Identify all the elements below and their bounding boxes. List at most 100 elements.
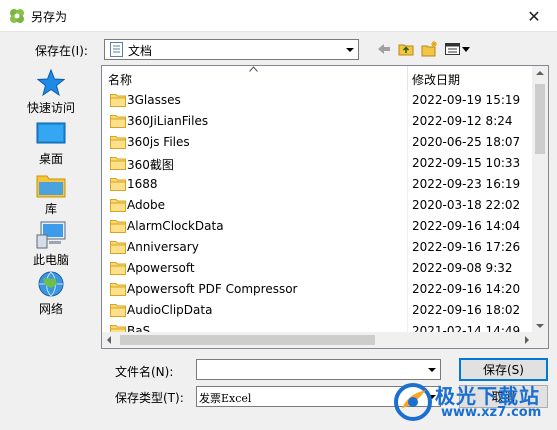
- place-library[interactable]: 库: [20, 172, 82, 217]
- chevron-down-icon: [427, 367, 436, 372]
- view-menu-button[interactable]: [445, 40, 473, 58]
- file-date: 2022-09-16 14:20: [412, 282, 521, 296]
- file-row[interactable]: 360js Files 2020-06-25 18:07: [102, 132, 534, 153]
- scroll-up-icon[interactable]: [536, 71, 544, 75]
- file-row[interactable]: 360截图 2022-09-15 10:33: [102, 153, 534, 174]
- lookin-dropdown-arrow[interactable]: [341, 40, 358, 59]
- scroll-down-icon[interactable]: [536, 324, 544, 328]
- filename-dropdown-arrow[interactable]: [423, 360, 440, 379]
- window-title: 另存为: [31, 10, 68, 24]
- scroll-thumb[interactable]: [120, 335, 375, 345]
- file-name: Adobe: [127, 198, 165, 212]
- back-arrow-icon: [378, 44, 390, 54]
- cancel-button[interactable]: 取消: [459, 385, 548, 408]
- file-date: 2022-09-19 15:19: [412, 93, 521, 107]
- lookin-dropdown[interactable]: 文档: [104, 39, 359, 60]
- vertical-scrollbar[interactable]: [532, 66, 548, 333]
- file-name: 360JiLianFiles: [127, 114, 209, 128]
- star-icon: [37, 69, 65, 97]
- file-name: Anniversary: [127, 240, 199, 254]
- column-name-header[interactable]: 名称: [108, 71, 132, 88]
- folder-icon: [110, 178, 126, 191]
- filetype-dropdown[interactable]: 发票Excel: [196, 386, 441, 407]
- folder-icon: [110, 94, 126, 107]
- file-date: 2022-09-12 8:24: [412, 114, 513, 128]
- file-row[interactable]: 1688 2022-09-23 16:19: [102, 174, 534, 195]
- file-name: 360截图: [127, 158, 174, 172]
- file-name: AudioClipData: [127, 303, 213, 317]
- file-name: 1688: [127, 177, 158, 191]
- file-row[interactable]: AudioClipData 2022-09-16 18:02: [102, 300, 534, 321]
- chevron-down-icon: [345, 47, 354, 52]
- documents-icon: [110, 42, 123, 57]
- folder-icon: [110, 241, 126, 254]
- column-date-header[interactable]: 修改日期: [412, 71, 460, 88]
- file-row[interactable]: Apowersoft 2022-09-08 9:32: [102, 258, 534, 279]
- app-leaf-icon: [10, 9, 24, 23]
- column-header: 名称 修改日期: [102, 66, 534, 90]
- library-icon: [36, 175, 66, 198]
- close-button[interactable]: ✕: [511, 0, 557, 32]
- view-menu-icon: [445, 43, 470, 55]
- network-icon: [38, 271, 64, 297]
- place-label: 网络: [38, 302, 63, 316]
- lookin-label: 保存在(I):: [35, 44, 88, 58]
- scroll-right-icon[interactable]: [525, 336, 529, 344]
- file-name: AlarmClockData: [127, 219, 224, 233]
- folder-icon: [110, 220, 126, 233]
- file-row[interactable]: 3Glasses 2022-09-19 15:19: [102, 90, 534, 111]
- folder-icon: [110, 304, 126, 317]
- horizontal-scrollbar[interactable]: [102, 332, 534, 348]
- file-date: 2022-09-16 18:02: [412, 303, 521, 317]
- file-date: 2020-03-18 22:02: [412, 198, 521, 212]
- place-this-pc[interactable]: 此电脑: [20, 221, 82, 268]
- folder-icon: [110, 115, 126, 128]
- scrollbar-corner: [532, 332, 548, 348]
- new-folder-icon: [421, 41, 437, 57]
- scroll-left-icon[interactable]: [107, 336, 111, 344]
- folder-icon: [110, 157, 126, 170]
- file-date: 2022-09-16 14:04: [412, 219, 521, 233]
- file-date: 2020-06-25 18:07: [412, 135, 521, 149]
- file-name: 360js Files: [127, 135, 190, 149]
- file-name: 3Glasses: [127, 93, 181, 107]
- file-row[interactable]: Adobe 2020-03-18 22:02: [102, 195, 534, 216]
- sort-ascending-icon: [249, 66, 258, 72]
- desktop-icon: [36, 122, 66, 144]
- folder-icon: [110, 136, 126, 149]
- file-row[interactable]: Anniversary 2022-09-16 17:26: [102, 237, 534, 258]
- file-row[interactable]: 360JiLianFiles 2022-09-12 8:24: [102, 111, 534, 132]
- cancel-button-label: 取消: [491, 390, 516, 404]
- file-date: 2022-09-23 16:19: [412, 177, 521, 191]
- place-label: 此电脑: [32, 253, 69, 267]
- close-icon: ✕: [527, 6, 541, 26]
- filetype-value: 发票Excel: [199, 392, 252, 405]
- up-folder-button[interactable]: [398, 40, 414, 58]
- place-quick-access[interactable]: 快速访问: [20, 69, 82, 116]
- new-folder-button[interactable]: [421, 40, 438, 58]
- place-label: 快速访问: [26, 101, 75, 115]
- file-date: 2022-09-08 9:32: [412, 261, 513, 275]
- folder-icon: [110, 283, 126, 296]
- file-date: 2022-09-15 10:33: [412, 156, 521, 170]
- places-bar: 快速访问 桌面 库 此电脑 网络: [20, 66, 82, 333]
- file-date: 2022-09-16 17:26: [412, 240, 521, 254]
- lookin-value: 文档: [128, 44, 153, 58]
- file-list[interactable]: 名称 修改日期 3Glasses 2022-09-19 15:19 360JiLia…: [101, 65, 549, 349]
- chevron-down-icon: [427, 394, 436, 399]
- file-row[interactable]: Apowersoft PDF Compressor 2022-09-16 14:2…: [102, 279, 534, 300]
- place-network[interactable]: 网络: [20, 270, 82, 317]
- filename-input[interactable]: [196, 359, 441, 380]
- back-button[interactable]: [377, 40, 391, 58]
- filetype-label: 保存类型(T):: [115, 391, 184, 405]
- computer-icon: [36, 221, 66, 249]
- filename-label: 文件名(N):: [115, 365, 174, 379]
- column-divider[interactable]: [407, 66, 408, 90]
- scroll-thumb[interactable]: [535, 84, 545, 154]
- file-row[interactable]: AlarmClockData 2022-09-16 14:04: [102, 216, 534, 237]
- save-button[interactable]: 保存(S): [459, 358, 548, 381]
- filetype-dropdown-arrow[interactable]: [423, 387, 440, 406]
- place-desktop[interactable]: 桌面: [20, 122, 82, 167]
- title-bar: 另存为 ✕: [0, 0, 557, 32]
- up-folder-icon: [398, 44, 414, 56]
